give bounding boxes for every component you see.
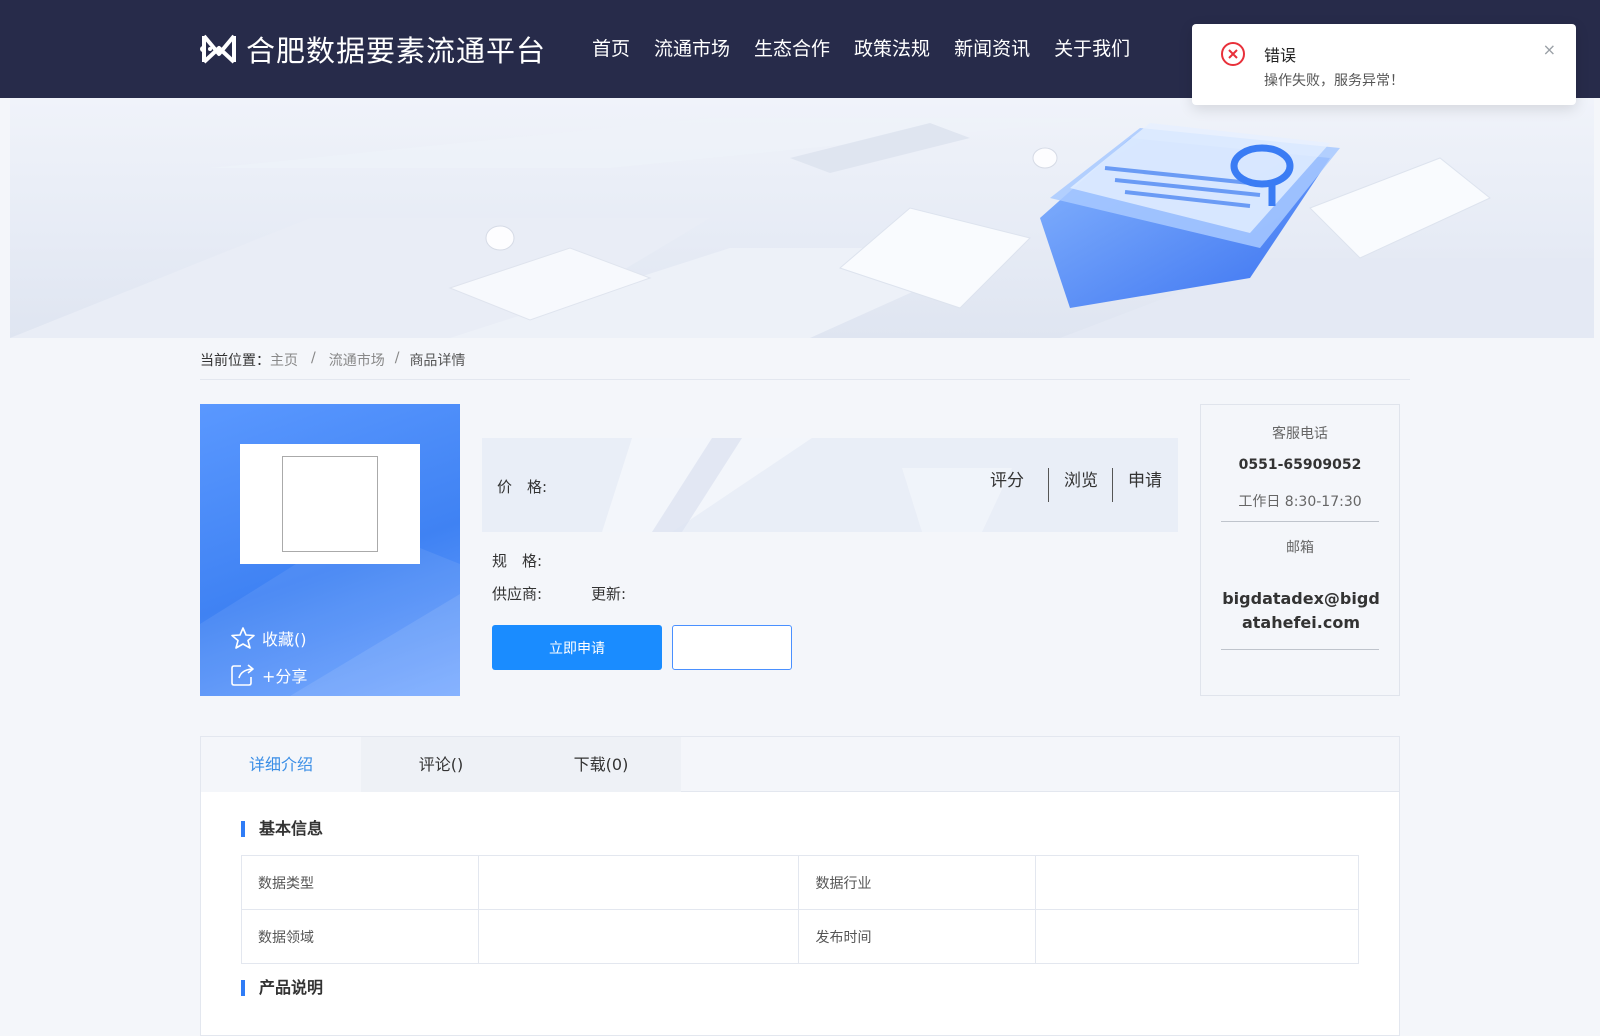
nav-ecosystem[interactable]: 生态合作 xyxy=(754,34,830,61)
share-button[interactable]: +分享 xyxy=(230,663,307,687)
table-row: 数据类型 数据行业 xyxy=(241,855,1359,910)
error-icon xyxy=(1221,42,1245,66)
product-image xyxy=(282,456,378,552)
table-cell-value xyxy=(477,909,800,964)
detail-section: 详细介绍 评论() 下载(0) 基本信息 数据类型 数据行业 数据领域 发布时间… xyxy=(200,736,1400,1036)
table-row: 数据领域 发布时间 xyxy=(241,909,1359,964)
table-cell-value xyxy=(477,855,800,910)
views-stat: 浏览 xyxy=(1064,471,1098,491)
product-image-panel: 收藏() +分享 xyxy=(200,404,460,696)
secondary-action-button[interactable] xyxy=(672,625,792,670)
divider xyxy=(1221,649,1379,650)
main-nav: 首页 流通市场 生态合作 政策法规 新闻资讯 关于我们 xyxy=(592,34,1154,61)
table-cell-value xyxy=(1035,909,1359,964)
share-label: +分享 xyxy=(262,667,308,686)
star-icon xyxy=(231,627,255,649)
phone-number: 0551-65909052 xyxy=(1238,457,1362,473)
stat-divider xyxy=(1048,468,1049,502)
working-hours: 工作日 8:30-17:30 xyxy=(1238,494,1362,510)
breadcrumb: 当前位置： 主页 / 流通市场 / 商品详情 xyxy=(200,350,1410,380)
price-bar: 价 格: 评分 浏览 申请 xyxy=(482,438,1178,532)
share-icon xyxy=(231,664,254,686)
breadcrumb-separator: / xyxy=(394,350,400,366)
table-cell-value xyxy=(1035,855,1359,910)
site-logo[interactable]: 合肥数据要素流通平台 xyxy=(198,28,546,70)
toast-title: 错误 xyxy=(1264,46,1297,65)
breadcrumb-prefix: 当前位置： xyxy=(200,353,270,369)
hero-banner xyxy=(10,98,1594,338)
tab-comments[interactable]: 评论() xyxy=(361,737,521,792)
table-cell-label: 发布时间 xyxy=(798,909,1037,964)
breadcrumb-separator: / xyxy=(311,350,316,366)
email-label: 邮箱 xyxy=(1286,540,1314,556)
product-desc-title: 产品说明 xyxy=(241,980,323,996)
product-image-frame xyxy=(240,444,420,564)
breadcrumb-market[interactable]: 流通市场 xyxy=(329,350,385,379)
applications-stat: 申请 xyxy=(1128,471,1162,491)
nav-home[interactable]: 首页 xyxy=(592,34,630,61)
tab-details[interactable]: 详细介绍 xyxy=(201,737,361,792)
email-address: bigdatadex@bigdatahefei.com xyxy=(1222,589,1380,632)
stat-divider xyxy=(1112,468,1113,502)
supplier-label: 供应商: xyxy=(492,585,543,603)
tab-downloads[interactable]: 下载(0) xyxy=(521,737,681,792)
favorite-button[interactable]: 收藏() xyxy=(230,626,307,650)
spec-label: 规 格: xyxy=(492,552,543,570)
contact-box: 客服电话 0551-65909052 工作日 8:30-17:30 邮箱 big… xyxy=(1200,404,1400,696)
toast-message: 操作失败，服务异常！ xyxy=(1264,73,1404,89)
nav-news[interactable]: 新闻资讯 xyxy=(954,34,1030,61)
logo-mark-icon xyxy=(200,34,236,64)
price-label: 价 格: xyxy=(497,478,548,496)
apply-now-button[interactable]: 立即申请 xyxy=(492,625,662,670)
rating-stat: 评分 xyxy=(990,471,1024,491)
basic-info-title: 基本信息 xyxy=(241,821,323,837)
nav-about[interactable]: 关于我们 xyxy=(1054,34,1130,61)
detail-tabs: 详细介绍 评论() 下载(0) xyxy=(201,737,1399,792)
favorite-label: 收藏() xyxy=(262,630,307,649)
banner-illustration xyxy=(10,118,1594,338)
close-icon[interactable]: × xyxy=(1543,40,1556,59)
nav-market[interactable]: 流通市场 xyxy=(654,34,730,61)
table-cell-label: 数据领域 xyxy=(241,909,479,964)
phone-label: 客服电话 xyxy=(1272,426,1328,442)
site-title: 合肥数据要素流通平台 xyxy=(246,34,547,68)
breadcrumb-current: 商品详情 xyxy=(409,353,466,369)
basic-info-table: 数据类型 数据行业 数据领域 发布时间 xyxy=(241,855,1359,964)
nav-policy[interactable]: 政策法规 xyxy=(854,34,930,61)
error-toast: 错误 操作失败，服务异常！ × xyxy=(1192,24,1576,105)
divider xyxy=(1221,521,1379,522)
table-cell-label: 数据类型 xyxy=(241,855,479,910)
update-label: 更新: xyxy=(591,585,627,603)
breadcrumb-home[interactable]: 主页 xyxy=(270,350,298,379)
table-cell-label: 数据行业 xyxy=(798,855,1037,910)
